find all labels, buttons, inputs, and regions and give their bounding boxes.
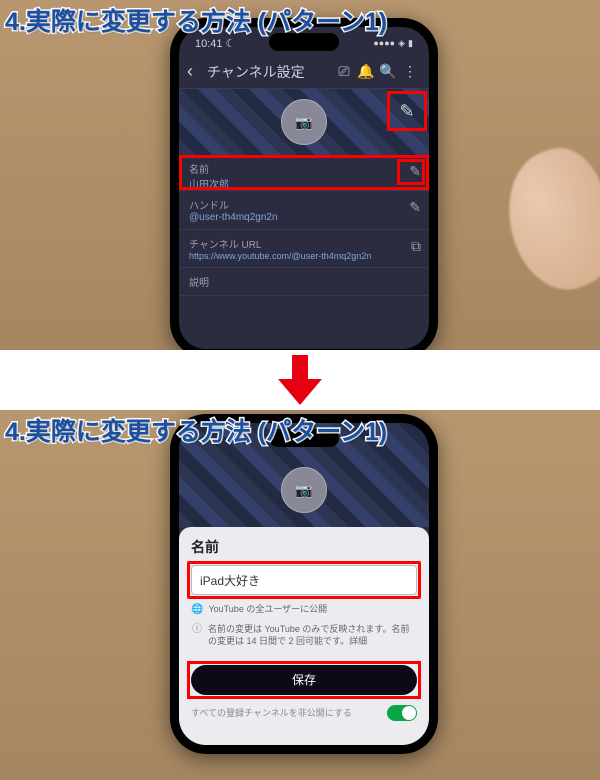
name-input[interactable] <box>191 565 417 595</box>
channel-banner: 📷 ✎ <box>179 89 429 155</box>
cast-icon[interactable]: ⎚ <box>333 63 355 80</box>
info-text: 名前の変更は YouTube のみで反映されます。名前の変更は 14 日間で 2… <box>208 623 417 647</box>
info-note: ⓘ 名前の変更は YouTube のみで反映されます。名前の変更は 14 日間で… <box>191 623 417 647</box>
app-bar: ‹ チャンネル設定 ⎚ 🔔 🔍 ⋮ <box>179 55 429 89</box>
pencil-icon: ✎ <box>409 199 421 215</box>
edit-handle-button[interactable]: ✎ <box>409 199 421 216</box>
edit-name-sheet: 名前 🌐 YouTube の全ユーザーに公開 ⓘ 名前の変更は YouTube … <box>179 527 429 745</box>
search-icon[interactable]: 🔍 <box>377 63 399 80</box>
phone-frame: 10:41 ☾ ●●●●◈▮ ‹ チャンネル設定 ⎚ 🔔 🔍 ⋮ 📷 ✎ 名前 <box>170 18 438 350</box>
back-button[interactable]: ‹ <box>187 61 205 82</box>
phone-screen: 📷 名前 🌐 YouTube の全ユーザーに公開 ⓘ 名前の変更は YouTub… <box>179 423 429 745</box>
globe-icon: 🌐 <box>191 603 203 617</box>
finger <box>491 138 600 302</box>
battery-icon: ▮ <box>408 38 413 48</box>
row-value: @user-th4mq2gn2n <box>189 212 419 223</box>
tutorial-panel-top: 4.実際に変更する方法 (パターン1) 10:41 ☾ ●●●●◈▮ ‹ チャン… <box>0 0 600 350</box>
avatar[interactable]: 📷 <box>281 467 327 513</box>
tutorial-panel-bottom: 4.実際に変更する方法 (パターン1) 📷 名前 🌐 YouTube の全ユーザ… <box>0 410 600 780</box>
visibility-text: YouTube の全ユーザーに公開 <box>208 603 327 617</box>
arrow-down-icon <box>278 355 322 405</box>
copy-url-button[interactable]: ⧉ <box>411 238 421 255</box>
row-handle[interactable]: ハンドル @user-th4mq2gn2n ✎ <box>179 191 429 230</box>
camera-icon: 📷 <box>295 482 312 499</box>
row-label: チャンネル URL <box>189 236 419 251</box>
sheet-heading: 名前 <box>191 537 417 557</box>
info-icon: ⓘ <box>191 623 203 647</box>
more-icon[interactable]: ⋮ <box>399 63 421 80</box>
page-title: チャンネル設定 <box>207 62 305 82</box>
overlay-title: 4.実際に変更する方法 (パターン1) <box>5 412 387 448</box>
row-label: ハンドル <box>189 197 419 212</box>
row-name[interactable]: 名前 山田次郎 ✎ <box>179 155 429 191</box>
copy-icon: ⧉ <box>411 238 421 254</box>
signal-icon: ●●●● <box>373 38 395 48</box>
row-label: 説明 <box>189 274 419 289</box>
avatar[interactable]: 📷 <box>281 99 327 145</box>
camera-icon: 📷 <box>295 114 312 131</box>
save-button[interactable]: 保存 <box>191 665 417 695</box>
highlight-box <box>387 91 427 131</box>
settings-list: 名前 山田次郎 ✎ ハンドル @user-th4mq2gn2n ✎ チャンネル … <box>179 155 429 349</box>
privacy-toggle[interactable] <box>387 705 417 721</box>
status-time: 10:41 <box>195 38 223 50</box>
phone-frame: 📷 名前 🌐 YouTube の全ユーザーに公開 ⓘ 名前の変更は YouTub… <box>170 414 438 754</box>
row-description[interactable]: 説明 <box>179 268 429 296</box>
highlight-box <box>397 159 425 185</box>
phone-screen: 10:41 ☾ ●●●●◈▮ ‹ チャンネル設定 ⎚ 🔔 🔍 ⋮ 📷 ✎ 名前 <box>179 27 429 349</box>
arrow-divider <box>0 350 600 410</box>
wifi-icon: ◈ <box>398 38 405 48</box>
footer-text: すべての登録チャンネルを非公開にする <box>191 706 352 719</box>
row-url[interactable]: チャンネル URL https://www.youtube.com/@user-… <box>179 230 429 268</box>
visibility-note: 🌐 YouTube の全ユーザーに公開 <box>191 603 417 617</box>
dnd-icon: ☾ <box>226 38 236 50</box>
bell-icon[interactable]: 🔔 <box>355 63 377 80</box>
overlay-title: 4.実際に変更する方法 (パターン1) <box>5 2 387 38</box>
highlight-box <box>179 155 429 190</box>
row-value: https://www.youtube.com/@user-th4mq2gn2n <box>189 251 419 261</box>
footer-row: すべての登録チャンネルを非公開にする <box>191 705 417 721</box>
